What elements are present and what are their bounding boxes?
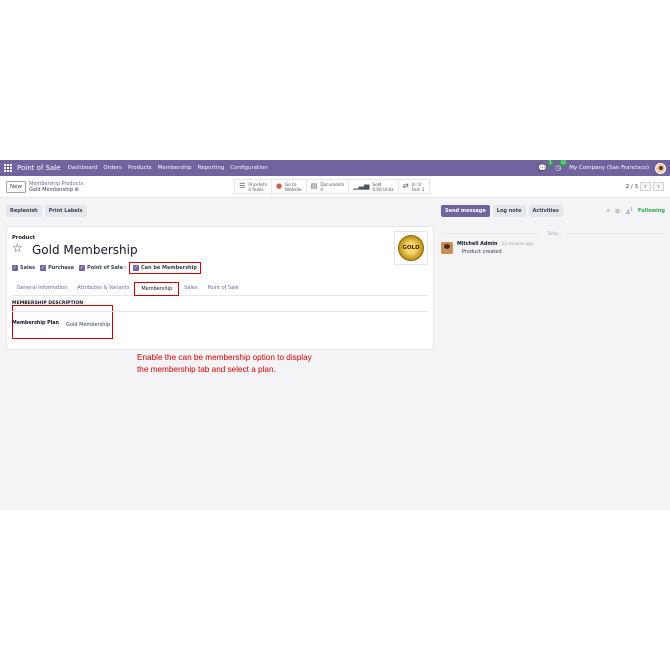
tab-point-of-sale[interactable]: Point of Sale	[203, 285, 244, 295]
activity-badge: 10	[559, 160, 568, 166]
membership-description-heading: MEMBERSHIP DESCRIPTION	[12, 301, 84, 306]
new-button[interactable]: New	[6, 180, 26, 193]
action-bar: Replenish Print Labels	[0, 198, 436, 217]
menu-reporting[interactable]: Reporting	[198, 165, 225, 171]
product-image[interactable]: GOLD	[394, 231, 428, 265]
app-name[interactable]: Point of Sale	[17, 164, 61, 172]
can-be-membership-checkbox[interactable]: ✓ Can be Membership	[129, 262, 201, 274]
tab-membership[interactable]: Membership	[134, 282, 180, 296]
checkbox-check-icon: ✓	[40, 265, 47, 271]
list-icon: ☰	[239, 182, 246, 190]
go-to-website-button[interactable]: ● Go to Website	[270, 179, 307, 194]
menu-configuration[interactable]: Configuration	[230, 165, 267, 171]
replenish-button[interactable]: Replenish	[6, 205, 42, 217]
product-options: ✓ Sales ✓ Purchase ✓ Point of Sale? ✓ Can be…	[12, 262, 206, 274]
tab-attributes-variants[interactable]: Attributes & Variants	[72, 285, 134, 295]
followers-icon[interactable]: ♙1	[625, 207, 633, 216]
chatter-toolbar: Send message Log note Activities ⌕ ⊘ ♙1 …	[436, 198, 670, 217]
author-avatar	[441, 242, 453, 254]
app-window: Point of Sale Dashboard Orders Products …	[0, 160, 670, 510]
menu-orders[interactable]: Orders	[103, 165, 122, 171]
membership-plan-field[interactable]: Gold Membership	[66, 322, 110, 328]
checkbox-check-icon: ✓	[79, 265, 86, 271]
annotation-text: Enable the can be membership option to d…	[137, 353, 312, 374]
breadcrumb: Membership Products Gold Membership ⚙	[29, 181, 83, 193]
send-message-button[interactable]: Send message	[441, 205, 490, 217]
top-navbar: Point of Sale Dashboard Orders Products …	[0, 160, 670, 176]
pager-next-icon[interactable]: ›	[653, 182, 664, 191]
favorite-star-icon[interactable]: ☆	[12, 241, 23, 255]
menu-products[interactable]: Products	[128, 165, 152, 171]
chatter-panel: Send message Log note Activities ⌕ ⊘ ♙1 …	[436, 198, 670, 510]
help-tooltip[interactable]: ?	[124, 266, 126, 270]
in-out-button[interactable]: ⇄ In: 0 Out: 1	[397, 179, 430, 194]
chat-badge: 5	[547, 160, 554, 166]
pager: 2 / 3 ‹ ›	[626, 182, 664, 191]
date-separator: Today	[441, 231, 665, 236]
control-panel: New Membership Products Gold Membership …	[0, 176, 670, 198]
message-body: Product created	[462, 249, 502, 255]
form-sheet: Product ☆ Gold Membership GOLD ✓ Sales ✓ P…	[6, 226, 434, 350]
bar-chart-icon: ▁▃▅	[353, 182, 370, 190]
following-button[interactable]: Following	[638, 208, 665, 214]
smart-buttons: ☰ Pricelists 0 Rules ● Go to Website ▤ Docume…	[234, 179, 430, 194]
checkbox-check-icon: ✓	[133, 265, 139, 271]
sold-button[interactable]: ▁▃▅ Sold 0.00 Units	[348, 179, 399, 194]
form-tabs: General Information Attributes & Variant…	[12, 282, 428, 296]
form-area: Replenish Print Labels Product ☆ Gold Me…	[0, 198, 436, 510]
pager-value[interactable]: 2 / 3	[626, 184, 638, 190]
checkbox-check-icon: ✓	[12, 265, 18, 271]
search-icon[interactable]: ⌕	[607, 207, 610, 215]
pricelists-button[interactable]: ☰ Pricelists 0 Rules	[234, 179, 272, 194]
apps-menu-icon[interactable]	[4, 164, 12, 172]
print-labels-button[interactable]: Print Labels	[44, 205, 87, 217]
chatter-tools: ⌕ ⊘ ♙1 Following	[602, 207, 665, 216]
menu-dashboard[interactable]: Dashboard	[68, 165, 98, 171]
pager-previous-icon[interactable]: ‹	[640, 182, 651, 191]
chat-icon[interactable]: 💬 5	[538, 160, 554, 172]
paperclip-icon[interactable]: ⊘	[615, 208, 620, 215]
divider	[12, 311, 428, 312]
sales-checkbox[interactable]: ✓ Sales	[12, 265, 35, 271]
product-name[interactable]: Gold Membership	[32, 243, 138, 257]
point-of-sale-checkbox[interactable]: ✓ Point of Sale?	[79, 265, 126, 271]
documents-button[interactable]: ▤ Documents 0	[305, 179, 350, 194]
transfer-icon: ⇄	[402, 182, 409, 190]
activities-button[interactable]: Activities	[528, 205, 563, 217]
log-note-button[interactable]: Log note	[492, 205, 526, 217]
user-avatar[interactable]	[655, 162, 666, 174]
purchase-checkbox[interactable]: ✓ Purchase	[40, 265, 74, 271]
globe-icon: ●	[275, 182, 283, 190]
tab-general-information[interactable]: General Information	[12, 285, 72, 295]
activity-clock-icon[interactable]: ◷ 10	[555, 160, 568, 172]
document-icon: ▤	[310, 182, 318, 190]
breadcrumb-current: Gold Membership ⚙	[29, 186, 80, 193]
membership-plan-label: Membership Plan	[12, 321, 59, 326]
company-switcher[interactable]: My Company (San Francisco)	[569, 165, 649, 171]
settings-gear-icon[interactable]: ⚙	[75, 187, 79, 193]
menu-membership[interactable]: Membership	[158, 165, 192, 171]
tab-sales[interactable]: Sales	[179, 285, 202, 295]
gold-medal-logo: GOLD	[398, 235, 424, 261]
message-author: Mitchell Admin - 13 minutes ago	[457, 241, 534, 247]
